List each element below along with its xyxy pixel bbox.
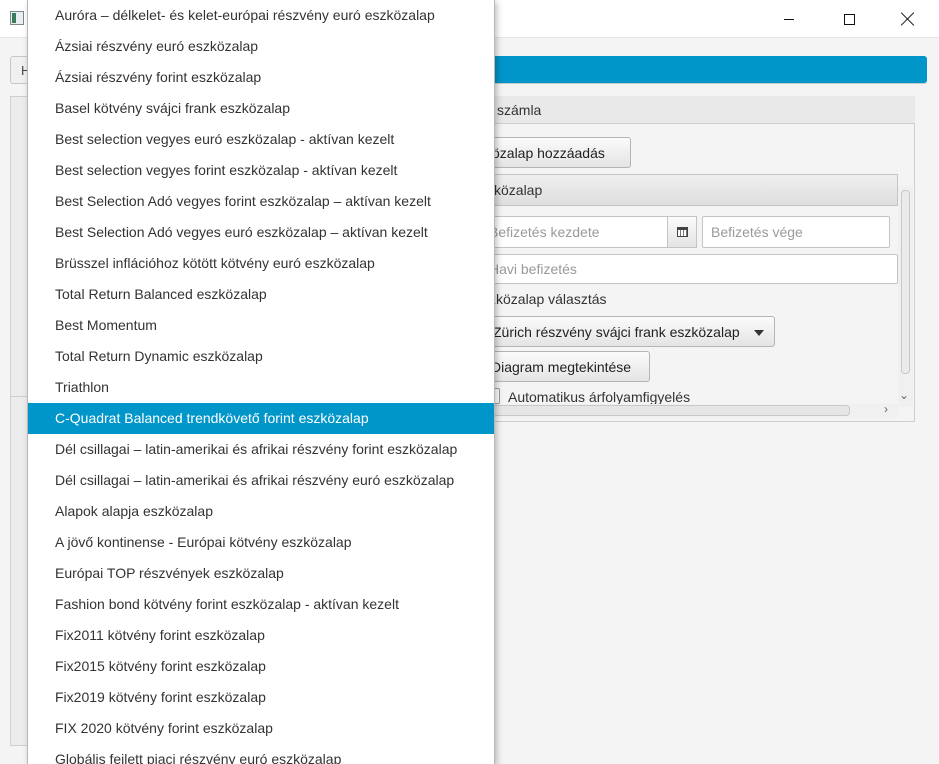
fund-pane-title: zközalap — [487, 182, 543, 198]
minimize-icon — [784, 18, 794, 20]
close-icon — [901, 12, 915, 26]
account-tab[interactable]: számla — [494, 96, 915, 124]
app-icon — [10, 11, 24, 25]
list-item[interactable]: Ázsiai részvény forint eszközalap — [28, 62, 494, 93]
list-item[interactable]: Globális fejlett piaci részvény euró esz… — [28, 744, 494, 764]
list-item[interactable]: Alapok alapja eszközalap — [28, 496, 494, 527]
list-item[interactable]: Triathlon — [28, 372, 494, 403]
fund-combo-value: Zürich részvény svájci frank eszközalap — [493, 323, 740, 340]
list-item[interactable]: Fix2011 kötvény forint eszközalap — [28, 620, 494, 651]
list-item[interactable]: Fashion bond kötvény forint eszközalap -… — [28, 589, 494, 620]
fund-dropdown-list[interactable]: Auróra – délkelet- és kelet-európai rész… — [27, 0, 495, 764]
list-item[interactable]: Best selection vegyes euró eszközalap - … — [28, 124, 494, 155]
calendar-icon — [676, 227, 688, 237]
horizontal-scroll-thumb[interactable] — [490, 405, 850, 416]
list-item[interactable]: Best Selection Adó vegyes forint eszköza… — [28, 186, 494, 217]
payment-end-field[interactable]: Befizetés vége — [702, 216, 890, 248]
list-item[interactable]: FIX 2020 kötvény forint eszközalap — [28, 713, 494, 744]
fund-combo-box[interactable]: Zürich részvény svájci frank eszközalap — [480, 316, 775, 347]
list-item[interactable]: Brüsszel inflációhoz kötött kötvény euró… — [28, 248, 494, 279]
vertical-scroll-thumb[interactable] — [901, 190, 910, 374]
maximize-icon — [843, 13, 855, 25]
list-item[interactable]: Best selection vegyes forint eszközalap … — [28, 155, 494, 186]
list-item[interactable]: Total Return Balanced eszközalap — [28, 279, 494, 310]
list-item[interactable]: Basel kötvény svájci frank eszközalap — [28, 93, 494, 124]
list-item-selected[interactable]: C-Quadrat Balanced trendkövető forint es… — [28, 403, 494, 434]
list-item[interactable]: Fix2019 kötvény forint eszközalap — [28, 682, 494, 713]
date-picker-button[interactable] — [667, 216, 697, 248]
add-fund-button[interactable]: közalap hozzáadás — [480, 137, 631, 168]
fund-select-label: zközalap választás — [489, 291, 607, 307]
list-item[interactable]: Európai TOP részvények eszközalap — [28, 558, 494, 589]
left-panel-lower — [10, 396, 28, 746]
header-accent-bar — [494, 56, 927, 83]
list-item[interactable]: A jövő kontinense - Európai kötvény eszk… — [28, 527, 494, 558]
scroll-right-icon[interactable]: › — [884, 402, 888, 416]
close-button[interactable] — [885, 0, 931, 38]
left-panel — [10, 96, 28, 416]
view-diagram-button[interactable]: Diagram megtekintése — [480, 351, 650, 382]
list-item[interactable]: Best Selection Adó vegyes euró eszközala… — [28, 217, 494, 248]
list-item[interactable]: Auróra – délkelet- és kelet-európai rész… — [28, 0, 494, 31]
scroll-down-icon[interactable]: ⌄ — [899, 388, 909, 402]
auto-watch-label: Automatikus árfolyamfigyelés — [508, 389, 691, 405]
list-item[interactable]: Total Return Dynamic eszközalap — [28, 341, 494, 372]
account-tab-label: számla — [497, 102, 542, 118]
maximize-button[interactable] — [826, 0, 872, 38]
list-item[interactable]: Dél csillagai – latin-amerikai és afrika… — [28, 434, 494, 465]
chevron-down-icon — [754, 330, 764, 336]
fund-titled-pane[interactable]: zközalap — [480, 174, 898, 206]
list-item[interactable]: Fix2015 kötvény forint eszközalap — [28, 651, 494, 682]
list-item[interactable]: Best Momentum — [28, 310, 494, 341]
minimize-button[interactable] — [766, 0, 812, 38]
payment-start-field[interactable]: Befizetés kezdete — [480, 216, 668, 248]
list-item[interactable]: Dél csillagai – latin-amerikai és afrika… — [28, 465, 494, 496]
list-item[interactable]: Ázsiai részvény euró eszközalap — [28, 31, 494, 62]
monthly-payment-field[interactable]: Havi befizetés — [480, 254, 898, 284]
